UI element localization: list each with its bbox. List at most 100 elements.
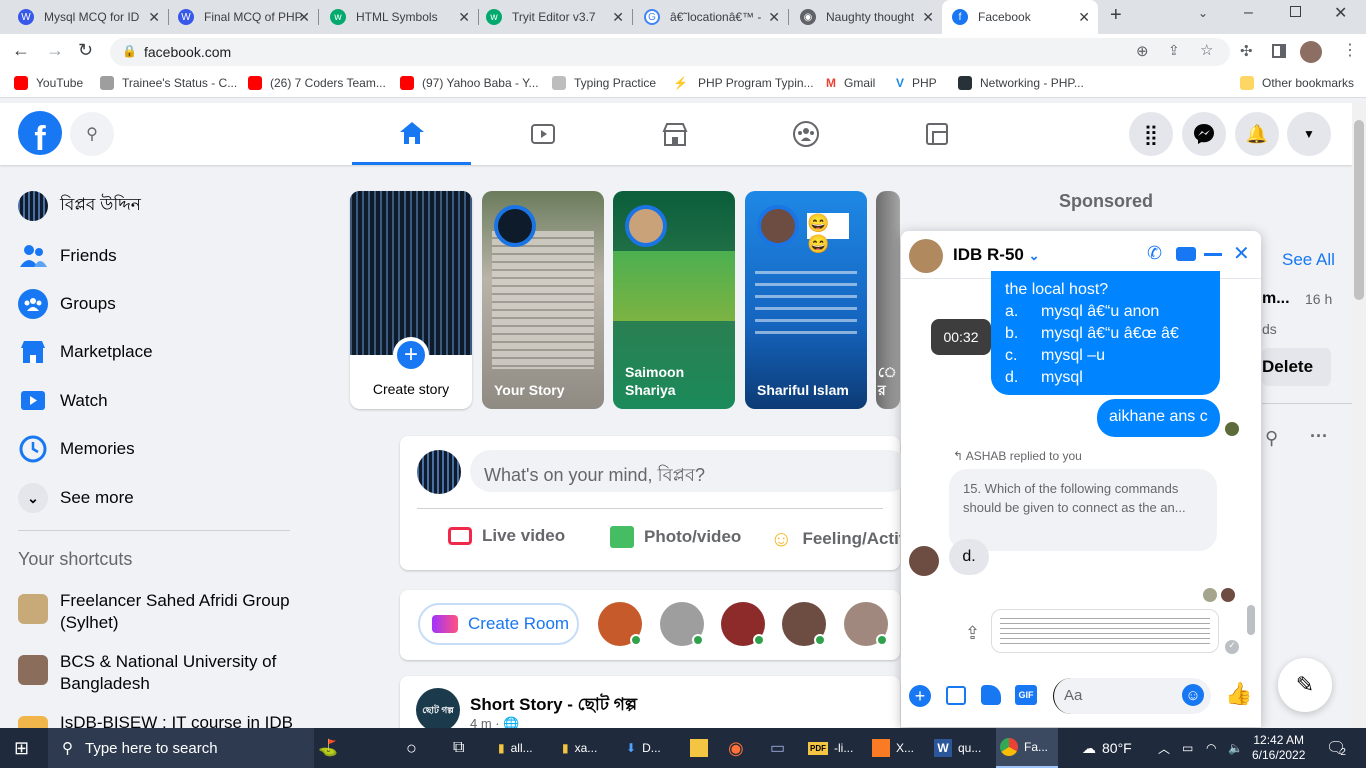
emoji-icon[interactable]: ☺ [1182, 684, 1204, 706]
bookmark-item[interactable]: V PHP [896, 76, 937, 90]
bookmark-item[interactable]: (26) 7 Coders Team... [248, 76, 386, 90]
chat-title[interactable]: IDB R-50 ⌄ [953, 245, 1040, 265]
contact-avatar[interactable] [598, 602, 642, 646]
notifications-button[interactable]: 🔔 [1235, 112, 1279, 156]
nav-gaming[interactable] [877, 103, 996, 165]
close-tab-icon[interactable]: ✕ [148, 9, 160, 26]
delete-button[interactable]: Delete [1262, 348, 1331, 386]
sidebar-item-memories[interactable]: Memories [18, 434, 135, 464]
story-card[interactable]: Saimoon Shariya [613, 191, 735, 409]
minimize-window-button[interactable]: – [1244, 4, 1253, 22]
gif-icon[interactable]: GIF [1015, 685, 1037, 705]
nav-marketplace[interactable] [615, 103, 734, 165]
extensions-icon[interactable]: ✣ [1240, 42, 1253, 60]
nav-home[interactable] [352, 103, 471, 165]
menu-grid-button[interactable]: ⣿ [1129, 112, 1173, 156]
sidebar-item-groups[interactable]: Groups [18, 289, 116, 319]
close-chat-icon[interactable]: ✕ [1233, 241, 1250, 266]
message-bubble-sent[interactable]: aikhane ans c [1097, 399, 1220, 437]
taskbar-app[interactable]: ▭ [770, 728, 785, 768]
browser-tab[interactable]: W Mysql MCQ for ID ✕ [8, 0, 168, 34]
zoom-icon[interactable]: ⊕ [1136, 42, 1149, 60]
video-call-icon[interactable] [1176, 247, 1196, 261]
message-bubble-sent[interactable]: the local host? a. mysql â€“u anon b. mysq… [991, 271, 1220, 395]
quoted-message[interactable]: 15. Which of the following commands shou… [949, 469, 1217, 551]
wifi-icon[interactable]: ◠ [1206, 728, 1216, 768]
contact-avatar[interactable] [782, 602, 826, 646]
sidebar-profile[interactable]: বিপ্লব উদ্দিন [18, 191, 141, 221]
side-panel-icon[interactable] [1272, 44, 1286, 58]
sidebar-item-friends[interactable]: Friends [18, 241, 117, 271]
taskbar-app[interactable]: ▮ all... [498, 728, 533, 768]
close-tab-icon[interactable]: ✕ [768, 9, 780, 26]
taskbar-app[interactable]: ⬇ D... [626, 728, 661, 768]
taskbar-search[interactable]: ⚲ Type here to search [48, 728, 314, 768]
share-icon[interactable]: ⇪ [965, 623, 980, 644]
bookmark-item[interactable]: YouTube [14, 76, 83, 90]
story-card[interactable]: 😄😄 Shariful Islam [745, 191, 867, 409]
bookmark-item[interactable]: Typing Practice [552, 76, 656, 90]
new-message-button[interactable]: ✎ [1278, 658, 1332, 712]
bookmark-item[interactable]: M Gmail [826, 76, 875, 90]
tab-search-icon[interactable]: ⌄ [1198, 6, 1208, 20]
shortcut-item[interactable]: Freelancer Sahed Afridi Group (Sylhet) [18, 590, 298, 634]
profile-avatar[interactable] [1300, 41, 1322, 63]
address-bar[interactable]: 🔒 facebook.com ⊕ ⇪ ☆ [110, 38, 1230, 66]
task-view-icon[interactable]: ⧉ [453, 728, 464, 768]
sidebar-item-watch[interactable]: Watch [18, 386, 108, 416]
browser-tab[interactable]: W Final MCQ of PHP ✕ [168, 0, 318, 34]
nav-groups[interactable] [746, 103, 865, 165]
phone-icon[interactable]: ✆ [1147, 243, 1162, 264]
sidebar-item-marketplace[interactable]: Marketplace [18, 337, 153, 367]
search-icon[interactable]: ⚲ [70, 112, 114, 156]
sidebar-item-see-more[interactable]: ⌄ See more [18, 483, 134, 513]
taskbar-app[interactable]: PDF -li... [808, 728, 853, 768]
messenger-button[interactable] [1182, 112, 1226, 156]
nav-watch[interactable] [483, 103, 602, 165]
new-tab-button[interactable]: + [1110, 4, 1122, 27]
close-tab-icon[interactable]: ✕ [1078, 9, 1090, 26]
photo-video-button[interactable]: Photo/video [610, 526, 741, 548]
notification-center[interactable]: 🗨 2 [1326, 728, 1346, 768]
sender-avatar[interactable] [909, 546, 939, 576]
taskbar-app[interactable]: ▮ xa... [562, 728, 597, 768]
chrome-menu-icon[interactable]: ⋮ [1342, 40, 1358, 60]
browser-tab[interactable]: ◉ Naughty thought ✕ [790, 0, 942, 34]
browser-tab[interactable]: w HTML Symbols ✕ [320, 0, 478, 34]
bookmark-star-icon[interactable]: ☆ [1200, 41, 1213, 59]
bookmark-item[interactable]: Networking - PHP... [958, 76, 1084, 90]
close-tab-icon[interactable]: ✕ [612, 9, 624, 26]
contact-avatar[interactable] [660, 602, 704, 646]
facebook-logo[interactable]: f [18, 111, 62, 155]
group-avatar[interactable] [909, 239, 943, 273]
shortcut-item[interactable]: BCS & National University of Bangladesh [18, 651, 298, 695]
page-avatar[interactable]: ছোট গল্প [416, 688, 460, 732]
clock[interactable]: 12:42 AM 6/16/2022 [1252, 728, 1305, 768]
cortana-icon[interactable]: ○ [406, 728, 417, 768]
share-icon[interactable]: ⇪ [1168, 42, 1180, 59]
volume-icon[interactable]: 🔈 [1228, 728, 1243, 768]
whats-on-your-mind-input[interactable]: What's on your mind, বিপ্লব? [470, 450, 910, 492]
taskbar-app-active[interactable]: Fa... [996, 728, 1058, 768]
back-button[interactable]: ← [12, 40, 30, 61]
contact-avatar[interactable] [844, 602, 888, 646]
sticker-icon[interactable] [981, 685, 1001, 705]
image-attachment[interactable] [991, 609, 1219, 653]
battery-icon[interactable]: ▭ [1182, 728, 1193, 768]
create-room-button[interactable]: Create Room [418, 603, 579, 645]
reload-button[interactable]: ↻ [78, 40, 93, 61]
browser-tab[interactable]: G â€˜locationâ€™ - ✕ [634, 0, 788, 34]
bookmark-item[interactable]: (97) Yahoo Baba - Y... [400, 76, 539, 90]
story-card[interactable]: ে র [876, 191, 900, 409]
feeling-activity-button[interactable]: ☺ Feeling/Activ [770, 526, 900, 552]
taskbar-app[interactable] [690, 728, 708, 768]
bookmark-item[interactable]: ⚡ PHP Program Typin... [673, 76, 814, 90]
other-bookmarks[interactable]: Other bookmarks [1240, 76, 1354, 90]
chevron-up-icon[interactable]: ︿ [1158, 728, 1170, 768]
contacts-search-icon[interactable]: ⚲ [1265, 428, 1278, 449]
forward-button[interactable]: → [46, 40, 64, 61]
story-card[interactable]: Your Story [482, 191, 604, 409]
create-story-card[interactable]: + Create story [350, 191, 472, 409]
weather-widget[interactable]: ☁ 80°F [1082, 728, 1132, 768]
maximize-window-button[interactable] [1290, 6, 1301, 17]
